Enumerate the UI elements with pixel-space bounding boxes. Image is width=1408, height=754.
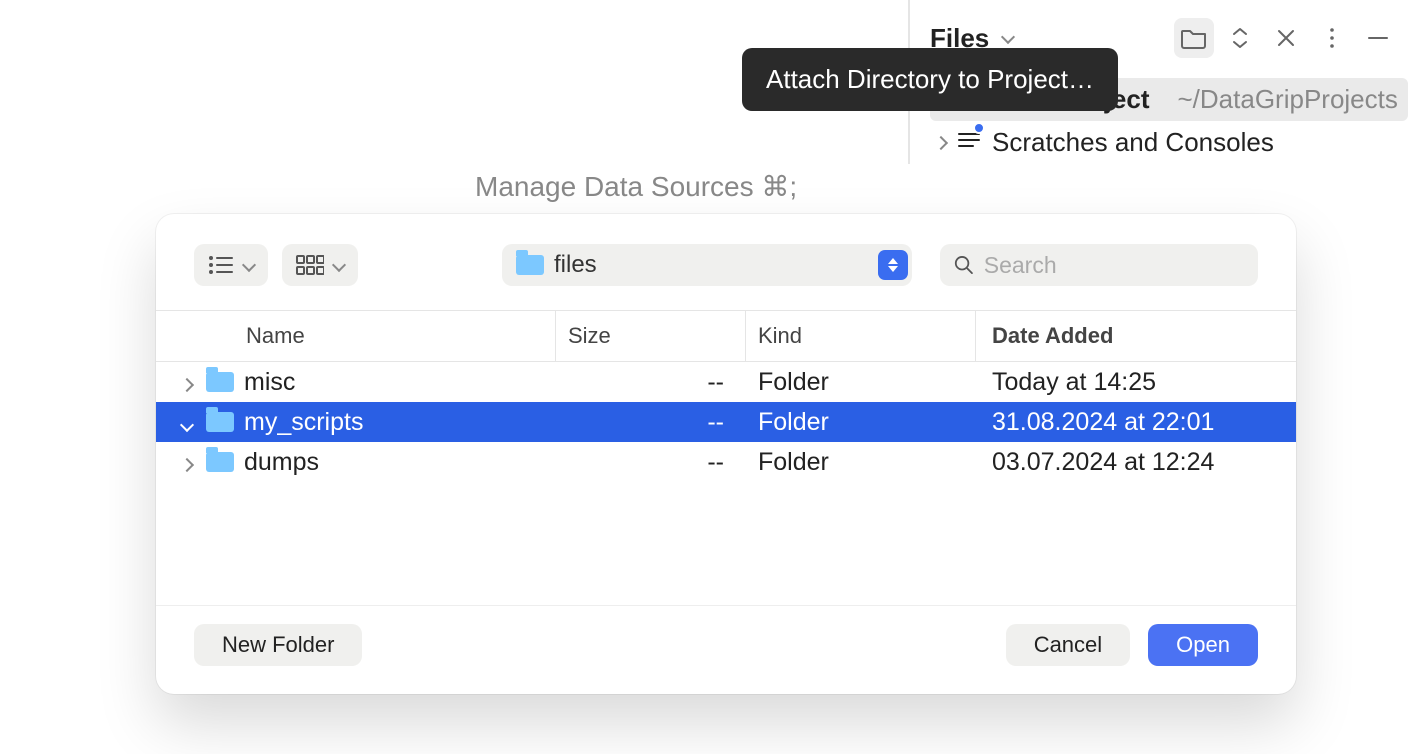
close-icon[interactable] <box>1266 18 1306 58</box>
table-row[interactable]: misc --FolderToday at 14:25 <box>156 362 1296 402</box>
list-columns: Name Size Kind Date Added <box>156 310 1296 362</box>
search-input[interactable] <box>984 252 1244 279</box>
col-kind[interactable]: Kind <box>746 311 976 361</box>
file-size: -- <box>556 448 746 477</box>
cancel-button[interactable]: Cancel <box>1006 624 1130 666</box>
chevron-down-icon <box>242 258 256 272</box>
disclosure-icon <box>180 377 194 391</box>
current-path-dropdown[interactable]: files <box>502 244 912 286</box>
file-kind: Folder <box>746 408 976 437</box>
minimize-icon[interactable] <box>1358 18 1398 58</box>
folder-icon <box>206 452 234 472</box>
tree-row-scratches[interactable]: Scratches and Consoles <box>930 121 1408 164</box>
chevron-right-icon <box>934 135 948 149</box>
file-date: 03.07.2024 at 12:24 <box>976 448 1296 477</box>
disclosure-icon <box>180 417 194 431</box>
file-date: 31.08.2024 at 22:01 <box>976 408 1296 437</box>
file-date: Today at 14:25 <box>976 368 1296 397</box>
file-name: misc <box>244 368 295 397</box>
scratches-icon <box>956 127 982 158</box>
disclosure-icon <box>180 457 194 471</box>
search-field[interactable] <box>940 244 1258 286</box>
manage-data-sources-hint: Manage Data Sources ⌘; <box>475 170 797 203</box>
table-row[interactable]: dumps --Folder03.07.2024 at 12:24 <box>156 442 1296 482</box>
folder-icon <box>206 372 234 392</box>
expand-collapse-icon[interactable] <box>1220 18 1260 58</box>
folder-icon <box>206 412 234 432</box>
open-button[interactable]: Open <box>1148 624 1258 666</box>
new-folder-button[interactable]: New Folder <box>194 624 362 666</box>
col-date[interactable]: Date Added <box>976 311 1296 361</box>
file-size: -- <box>556 408 746 437</box>
col-size[interactable]: Size <box>556 311 746 361</box>
search-icon <box>954 254 974 276</box>
view-list-button[interactable] <box>194 244 268 286</box>
open-file-dialog: files Name Size Kind Date Added misc--Fo… <box>156 214 1296 694</box>
tooltip: Attach Directory to Project… <box>742 48 1118 111</box>
file-kind: Folder <box>746 448 976 477</box>
scratches-label: Scratches and Consoles <box>992 127 1274 158</box>
table-row[interactable]: my_scripts --Folder31.08.2024 at 22:01 <box>156 402 1296 442</box>
file-name: my_scripts <box>244 408 363 437</box>
more-icon[interactable] <box>1312 18 1352 58</box>
stepper-icon <box>878 250 908 280</box>
group-by-button[interactable] <box>282 244 358 286</box>
current-folder-label: files <box>554 251 597 279</box>
chevron-down-icon <box>332 258 346 272</box>
file-name: dumps <box>244 448 319 477</box>
file-size: -- <box>556 368 746 397</box>
chevron-down-icon[interactable] <box>1003 29 1013 47</box>
project-path: ~/DataGripProjects <box>1178 84 1398 115</box>
folder-icon <box>516 255 544 275</box>
file-list: misc--FolderToday at 14:25my_scripts--Fo… <box>156 362 1296 605</box>
file-kind: Folder <box>746 368 976 397</box>
attach-directory-button[interactable] <box>1174 18 1214 58</box>
dialog-toolbar: files <box>156 214 1296 310</box>
col-name[interactable]: Name <box>156 311 556 361</box>
